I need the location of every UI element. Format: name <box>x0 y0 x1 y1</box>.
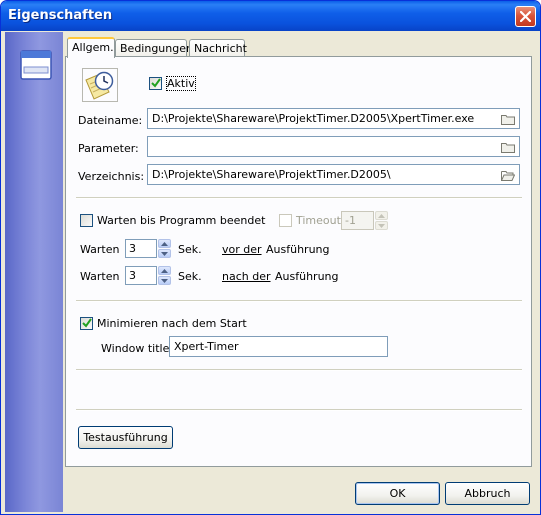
close-button[interactable] <box>515 6 536 27</box>
wait-until-end-checkbox[interactable] <box>80 214 93 227</box>
separator <box>76 197 522 199</box>
window-title-value: Xpert-Timer <box>174 340 239 353</box>
separator <box>76 369 522 371</box>
folder-icon[interactable] <box>501 141 515 153</box>
close-icon <box>520 11 531 22</box>
clock-document-icon <box>82 68 118 102</box>
checkmark-icon <box>151 78 161 88</box>
cancel-button[interactable]: Abbruch <box>445 482 530 505</box>
tab-general-label: Allgem. <box>72 41 114 54</box>
folder-icon[interactable] <box>501 113 515 125</box>
tab-conditions-label: Bedingungen <box>120 42 193 55</box>
wait-before-label: Warten <box>80 243 120 256</box>
timeout-value: -1 <box>345 214 356 227</box>
filename-value: D:\Projekte\Shareware\ProjektTimer.D2005… <box>152 112 475 125</box>
wait-after-spinner[interactable] <box>158 266 171 285</box>
tab-conditions[interactable]: Bedingungen <box>115 39 193 57</box>
cancel-label: Abbruch <box>464 487 511 500</box>
wait-before-link[interactable]: vor der <box>222 243 262 256</box>
window-title-label: Window title <box>101 342 170 355</box>
folder-open-icon[interactable] <box>501 169 515 181</box>
tab-message-label: Nachricht <box>194 42 247 55</box>
directory-field[interactable]: D:\Projekte\Shareware\ProjektTimer.D2005… <box>147 164 520 185</box>
separator <box>76 409 522 411</box>
wait-before-field[interactable]: 3 <box>125 239 157 258</box>
filename-label: Dateiname: <box>78 114 143 127</box>
wait-before-unit: Sek. <box>178 243 202 256</box>
active-label: Aktiv <box>166 76 196 91</box>
directory-label: Verzeichnis: <box>78 170 145 183</box>
tab-general[interactable]: Allgem. <box>67 37 115 58</box>
spin-up-icon[interactable] <box>158 239 171 248</box>
timeout-label: Timeout <box>296 214 341 227</box>
timeout-checkbox[interactable] <box>279 214 292 227</box>
parameter-field[interactable] <box>147 136 520 157</box>
minimize-label: Minimieren nach dem Start <box>97 317 247 330</box>
wait-before-suffix: Ausführung <box>266 243 330 256</box>
tab-panel-general: Aktiv Dateiname: D:\Projekte\Shareware\P… <box>65 56 532 467</box>
wait-after-suffix: Ausführung <box>275 270 339 283</box>
tab-message[interactable]: Nachricht <box>189 39 247 57</box>
separator <box>76 300 522 302</box>
sidebar <box>5 32 63 512</box>
spin-up-icon[interactable] <box>158 266 171 275</box>
spin-down-icon[interactable] <box>158 249 171 258</box>
title-bar[interactable]: Eigenschaften <box>1 1 540 31</box>
parameter-label: Parameter: <box>78 142 139 155</box>
wait-after-value: 3 <box>129 269 136 282</box>
spin-down-icon[interactable] <box>158 276 171 285</box>
checkmark-icon <box>82 318 92 328</box>
ok-button[interactable]: OK <box>355 482 440 505</box>
minimize-checkbox[interactable] <box>80 317 93 330</box>
test-run-button[interactable]: Testausführung <box>78 426 173 449</box>
wait-after-link[interactable]: nach der <box>222 270 271 283</box>
directory-value: D:\Projekte\Shareware\ProjektTimer.D2005… <box>152 168 391 181</box>
wait-after-label: Warten <box>80 270 120 283</box>
ok-label: OK <box>389 487 406 500</box>
active-checkbox[interactable] <box>149 77 162 90</box>
timeout-spinner[interactable] <box>375 211 388 230</box>
filename-field[interactable]: D:\Projekte\Shareware\ProjektTimer.D2005… <box>147 108 520 129</box>
wait-before-spinner[interactable] <box>158 239 171 258</box>
test-run-label: Testausführung <box>83 431 168 444</box>
window-title-field[interactable]: Xpert-Timer <box>169 336 388 357</box>
wait-after-field[interactable]: 3 <box>125 266 157 285</box>
properties-dialog: Eigenschaften Allgem. Bedingungen Nachri… <box>0 0 541 515</box>
window-icon <box>20 50 52 80</box>
spin-up-icon[interactable] <box>375 211 388 220</box>
wait-before-value: 3 <box>129 242 136 255</box>
timeout-field[interactable]: -1 <box>341 211 374 230</box>
window-title: Eigenschaften <box>8 8 113 23</box>
wait-until-end-label: Warten bis Programm beendet <box>97 214 266 227</box>
wait-after-unit: Sek. <box>178 270 202 283</box>
spin-down-icon[interactable] <box>375 221 388 230</box>
